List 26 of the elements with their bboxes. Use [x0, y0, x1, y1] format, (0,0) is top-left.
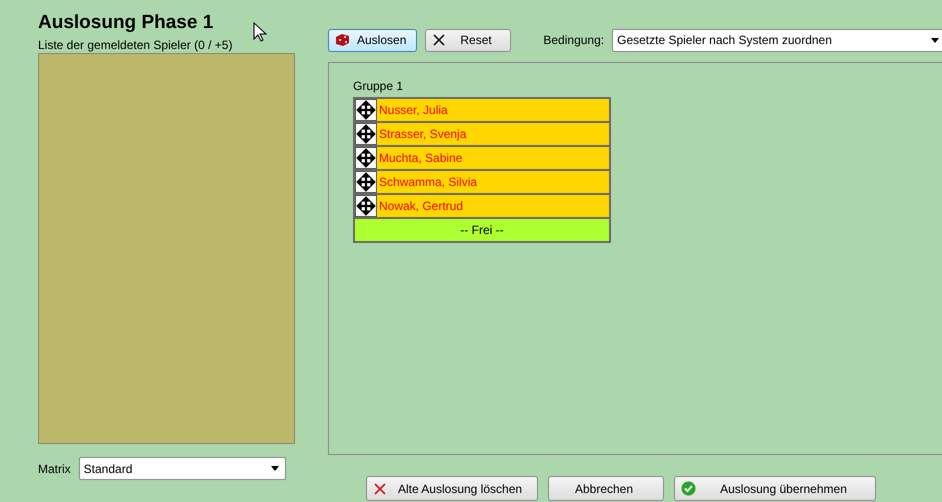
- matrix-label: Matrix: [38, 460, 71, 478]
- move-icon: [355, 171, 377, 193]
- reset-button[interactable]: Reset: [425, 28, 512, 52]
- list-label: Liste der gemeldeten Spieler (0 / +5): [38, 38, 232, 52]
- page-title: Auslosung Phase 1: [38, 12, 214, 34]
- move-icon: [355, 147, 377, 169]
- close-icon: [373, 482, 387, 496]
- accept-button[interactable]: Auslosung übernehmen: [674, 476, 876, 501]
- move-icon: [355, 123, 377, 145]
- cancel-button[interactable]: Abbrechen: [548, 476, 664, 501]
- move-icon: [355, 99, 377, 121]
- draw-button[interactable]: Auslosen: [328, 28, 418, 52]
- dice-icon: [335, 33, 351, 47]
- delete-button[interactable]: Alte Auslosung löschen: [366, 476, 538, 501]
- free-slot[interactable]: -- Frei --: [355, 219, 609, 241]
- group-title: Gruppe 1: [353, 79, 404, 93]
- player-list[interactable]: [38, 53, 295, 444]
- caret-icon: [270, 466, 279, 471]
- cursor-icon: [253, 22, 267, 42]
- close-icon: [432, 33, 446, 47]
- caret-icon: [931, 38, 939, 42]
- condition-dropdown[interactable]: Gesetzte Spieler nach System zuordnen: [612, 28, 942, 52]
- check-icon: [681, 481, 696, 496]
- condition-label: Bedingung:: [543, 32, 604, 49]
- matrix-dropdown[interactable]: Standard: [78, 457, 286, 480]
- move-icon: [355, 195, 377, 217]
